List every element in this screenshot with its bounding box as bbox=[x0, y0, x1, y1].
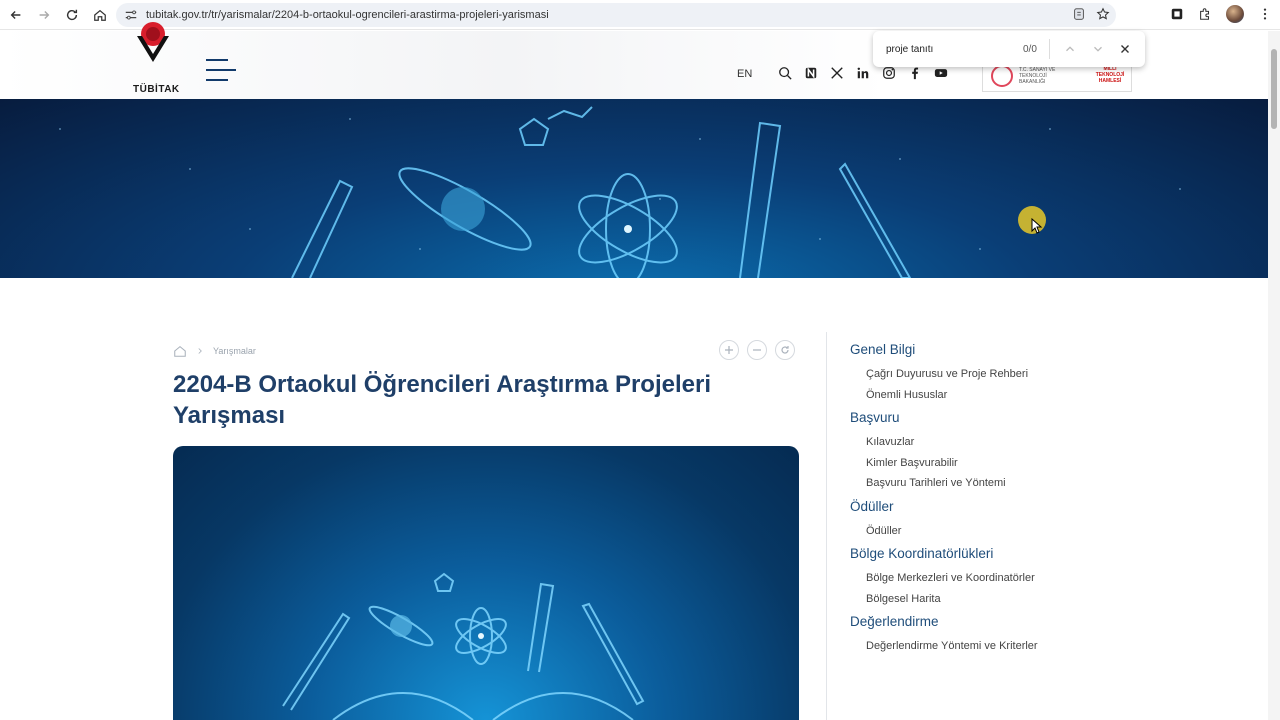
logo-text: TÜBİTAK bbox=[133, 84, 180, 95]
nav-section-basvuru: Başvuru Kılavuzlar Kimler Başvurabilir B… bbox=[850, 410, 1150, 491]
plus-icon bbox=[725, 346, 733, 354]
zoom-out-button[interactable] bbox=[747, 340, 767, 360]
home-button[interactable] bbox=[86, 1, 114, 29]
nav-item[interactable]: Değerlendirme Yöntemi ve Kriterler bbox=[866, 640, 1150, 654]
menu-line bbox=[206, 59, 228, 61]
nav-item[interactable]: Bölge Merkezleri ve Koordinatörler bbox=[866, 572, 1150, 586]
milli-teknoloji-text: MİLLİ TEKNOLOJİ HAMLESİ bbox=[1095, 66, 1125, 84]
find-bar: proje tanıtı 0/0 bbox=[873, 31, 1145, 67]
extensions-puzzle-icon[interactable] bbox=[1198, 7, 1212, 21]
reload-icon bbox=[66, 9, 78, 20]
home-icon[interactable] bbox=[173, 344, 187, 358]
breadcrumb-item-yarismalar[interactable]: Yarışmalar bbox=[213, 346, 256, 356]
tubitak-logo-icon[interactable] bbox=[132, 18, 174, 68]
nsosyal-icon[interactable] bbox=[804, 66, 818, 80]
nav-section-title[interactable]: Değerlendirme bbox=[850, 614, 1150, 629]
arrow-right-icon bbox=[39, 10, 50, 19]
text-size-tools bbox=[719, 340, 795, 360]
breadcrumb: Yarışmalar bbox=[173, 344, 256, 358]
bookmark-star-icon[interactable] bbox=[1096, 7, 1110, 21]
address-bar[interactable]: tubitak.gov.tr/tr/yarismalar/2204-b-orta… bbox=[116, 3, 1116, 27]
nav-section-oduller: Ödüller Ödüller bbox=[850, 499, 1150, 539]
find-input[interactable]: proje tanıtı bbox=[886, 44, 1016, 55]
reset-icon bbox=[781, 346, 789, 354]
zoom-in-button[interactable] bbox=[719, 340, 739, 360]
find-close-icon[interactable] bbox=[1118, 42, 1132, 56]
side-navigation: Genel Bilgi Çağrı Duyurusu ve Proje Rehb… bbox=[850, 342, 1150, 662]
page-scrollbar[interactable] bbox=[1268, 31, 1280, 720]
minus-icon bbox=[753, 349, 761, 351]
science-illustration bbox=[282, 572, 645, 720]
ministry-text: T.C. SANAYİ VE TEKNOLOJİ BAKANLIĞI bbox=[1019, 67, 1056, 85]
nav-item[interactable]: Önemli Hususlar bbox=[866, 389, 1150, 403]
nav-section-title[interactable]: Genel Bilgi bbox=[850, 342, 1150, 357]
page-action-icon[interactable] bbox=[1072, 7, 1086, 21]
page-title: 2204-B Ortaokul Öğrencileri Araştırma Pr… bbox=[173, 371, 711, 429]
vertical-divider bbox=[826, 332, 827, 720]
nav-section-title[interactable]: Ödüller bbox=[850, 499, 1150, 514]
mouse-cursor-icon bbox=[1031, 218, 1043, 234]
menu-line bbox=[206, 69, 236, 71]
nav-section-title[interactable]: Bölge Koordinatörlükleri bbox=[850, 546, 1150, 561]
reset-zoom-button[interactable] bbox=[775, 340, 795, 360]
hero-banner bbox=[0, 99, 1268, 278]
more-menu-icon[interactable] bbox=[1258, 7, 1272, 21]
chevron-right-icon bbox=[198, 348, 202, 354]
url-text: tubitak.gov.tr/tr/yarismalar/2204-b-orta… bbox=[146, 9, 549, 21]
nav-item[interactable]: Başvuru Tarihleri ve Yöntemi bbox=[866, 477, 1150, 491]
browser-toolbar: tubitak.gov.tr/tr/yarismalar/2204-b-orta… bbox=[0, 0, 1280, 30]
profile-avatar[interactable] bbox=[1226, 5, 1244, 23]
forward-button[interactable] bbox=[30, 1, 58, 29]
nav-section-title[interactable]: Başvuru bbox=[850, 410, 1150, 425]
search-icon[interactable] bbox=[778, 66, 792, 80]
arrow-left-icon bbox=[10, 10, 21, 19]
ministry-seal-icon bbox=[991, 65, 1013, 87]
menu-button[interactable] bbox=[206, 59, 238, 89]
find-prev-icon[interactable] bbox=[1063, 42, 1077, 56]
linkedin-icon[interactable] bbox=[856, 66, 870, 80]
scrollbar-thumb[interactable] bbox=[1271, 49, 1277, 129]
x-twitter-icon[interactable] bbox=[830, 66, 844, 80]
nav-item[interactable]: Ödüller bbox=[866, 525, 1150, 539]
extension-square-icon[interactable] bbox=[1170, 7, 1184, 21]
back-button[interactable] bbox=[2, 1, 30, 29]
reload-button[interactable] bbox=[58, 1, 86, 29]
content-image bbox=[173, 446, 799, 720]
nav-item[interactable]: Çağrı Duyurusu ve Proje Rehberi bbox=[866, 368, 1150, 382]
find-next-icon[interactable] bbox=[1091, 42, 1105, 56]
nav-item[interactable]: Kılavuzlar bbox=[866, 436, 1150, 450]
nav-item[interactable]: Bölgesel Harita bbox=[866, 593, 1150, 607]
science-illustration bbox=[59, 106, 1181, 278]
social-links bbox=[778, 66, 948, 80]
menu-line bbox=[206, 79, 228, 81]
facebook-icon[interactable] bbox=[908, 66, 922, 80]
find-separator bbox=[1049, 39, 1050, 59]
nav-section-genel-bilgi: Genel Bilgi Çağrı Duyurusu ve Proje Rehb… bbox=[850, 342, 1150, 402]
instagram-icon[interactable] bbox=[882, 66, 896, 80]
find-count: 0/0 bbox=[1023, 43, 1037, 55]
nav-section-degerlendirme: Değerlendirme Değerlendirme Yöntemi ve K… bbox=[850, 614, 1150, 654]
language-switch[interactable]: EN bbox=[737, 68, 752, 80]
nav-item[interactable]: Kimler Başvurabilir bbox=[866, 457, 1150, 471]
nav-section-bolge: Bölge Koordinatörlükleri Bölge Merkezler… bbox=[850, 546, 1150, 606]
home-icon bbox=[94, 9, 106, 21]
youtube-icon[interactable] bbox=[934, 66, 948, 80]
